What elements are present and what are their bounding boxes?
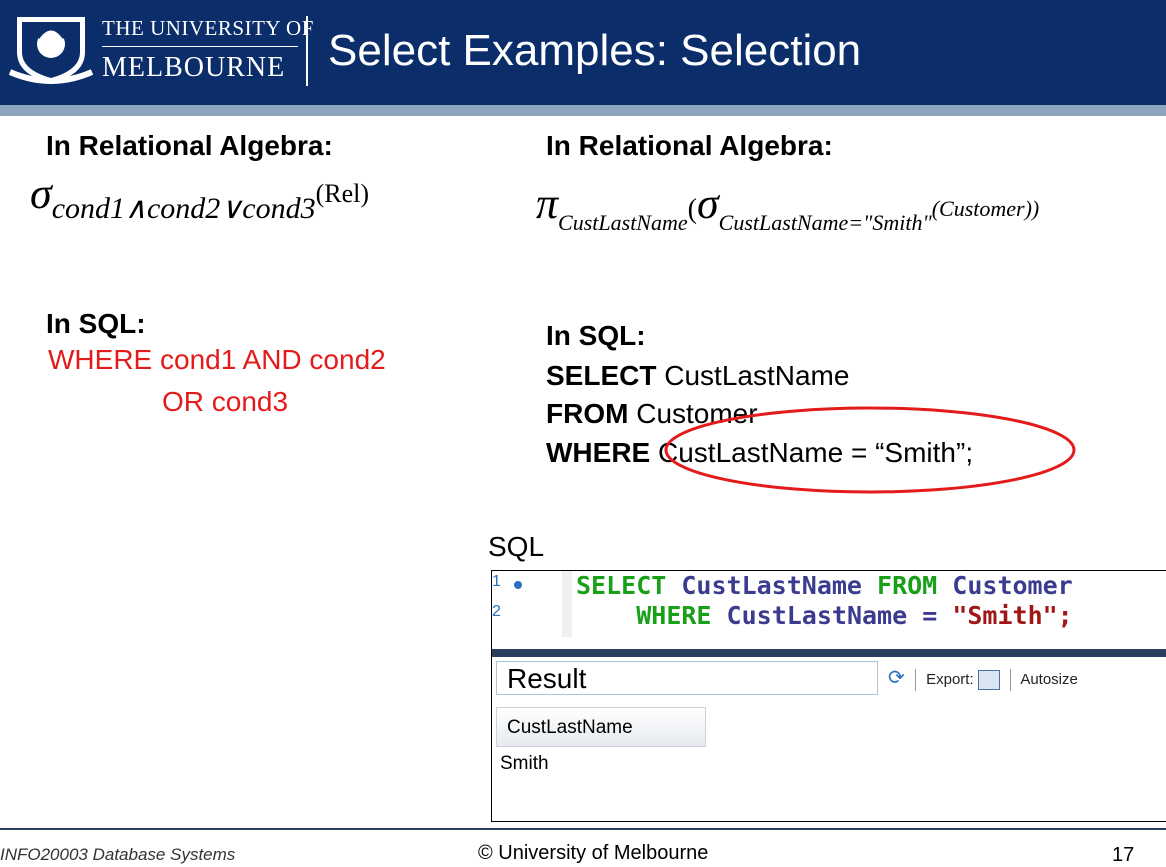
breakpoint-dot-icon[interactable]	[514, 581, 522, 589]
code-table-name: Customer	[937, 571, 1073, 600]
sigma-symbol: σ	[30, 169, 52, 218]
sigma-symbol-right: σ	[696, 179, 719, 228]
relation-customer: (Customer))	[931, 196, 1040, 221]
code-from-keyword: FROM	[877, 571, 938, 600]
panel-divider	[492, 649, 1166, 657]
left-ra-expression: σcond1∧cond2∨cond3(Rel)	[30, 168, 369, 225]
line-marker-2: 2	[492, 603, 501, 620]
export-grid-icon[interactable]	[977, 670, 1000, 691]
header-strip	[0, 105, 1166, 116]
result-column-header[interactable]: CustLastName	[496, 707, 706, 747]
pi-symbol: π	[536, 179, 559, 228]
right-ra-heading: In Relational Algebra:	[546, 130, 833, 161]
code-select-keyword: SELECT	[576, 571, 667, 600]
code-where-keyword: WHERE	[636, 601, 712, 630]
toolbar-separator-2	[1009, 669, 1011, 692]
footer-rule	[0, 828, 1166, 830]
university-name-line1: THE UNIVERSITY OF	[102, 16, 314, 40]
code-column-name: CustLastName	[666, 571, 878, 600]
university-crest-icon	[8, 17, 94, 84]
logo-rule	[102, 46, 298, 47]
code-line-1[interactable]: SELECT CustLastName FROM Customer	[576, 571, 1073, 600]
select-column: CustLastName	[656, 360, 850, 391]
from-keyword: FROM	[546, 398, 629, 429]
open-paren: (	[687, 194, 697, 225]
code-string-literal: "Smith";	[952, 601, 1073, 630]
autosize-label[interactable]: Autosize	[1020, 671, 1078, 688]
gutter-margin	[562, 571, 572, 637]
select-keyword: SELECT	[546, 360, 657, 391]
selection-condition: cond1∧cond2∨cond3	[51, 192, 316, 225]
sql-editor-panel: 1 2 SELECT CustLastName FROM Customer WH…	[491, 570, 1166, 822]
sql-panel-label: SQL	[488, 531, 545, 562]
projection-attribute: CustLastName	[558, 210, 688, 235]
relation-argument: (Rel)	[315, 179, 369, 208]
highlight-ellipse	[664, 406, 1076, 494]
left-sql-line1: WHERE cond1 AND cond2	[48, 344, 386, 375]
line-gutter: 1 2	[492, 571, 572, 651]
result-toolbar: ⟳ Export: Autosize	[888, 665, 1078, 692]
university-name-line2: MELBOURNE	[102, 52, 286, 83]
right-ra-expression: πCustLastName(σCustLastName="Smith"(Cust…	[536, 178, 1040, 235]
sql-select-line: SELECT CustLastName	[546, 360, 849, 392]
left-sql-heading: In SQL:	[46, 308, 146, 339]
left-sql-line2: OR cond3	[162, 386, 289, 417]
selection-predicate: CustLastName="Smith"	[718, 210, 932, 235]
right-sql-heading: In SQL:	[546, 320, 646, 351]
export-label[interactable]: Export:	[926, 671, 974, 688]
result-title-box: Result	[496, 661, 878, 695]
where-keyword: WHERE	[546, 437, 651, 468]
line-marker-1: 1	[492, 573, 501, 590]
code-expression: CustLastName =	[711, 601, 953, 630]
refresh-icon[interactable]: ⟳	[888, 667, 905, 689]
result-cell[interactable]: Smith	[500, 753, 549, 775]
slide-title: Select Examples: Selection	[328, 26, 862, 75]
footer-copyright: © University of Melbourne	[478, 842, 709, 864]
footer-course: INFO20003 Database Systems	[0, 845, 236, 864]
left-ra-heading: In Relational Algebra:	[46, 130, 333, 161]
code-line-2[interactable]: WHERE CustLastName = "Smith";	[576, 601, 1073, 630]
toolbar-separator	[914, 669, 916, 692]
logo-divider	[306, 16, 308, 86]
